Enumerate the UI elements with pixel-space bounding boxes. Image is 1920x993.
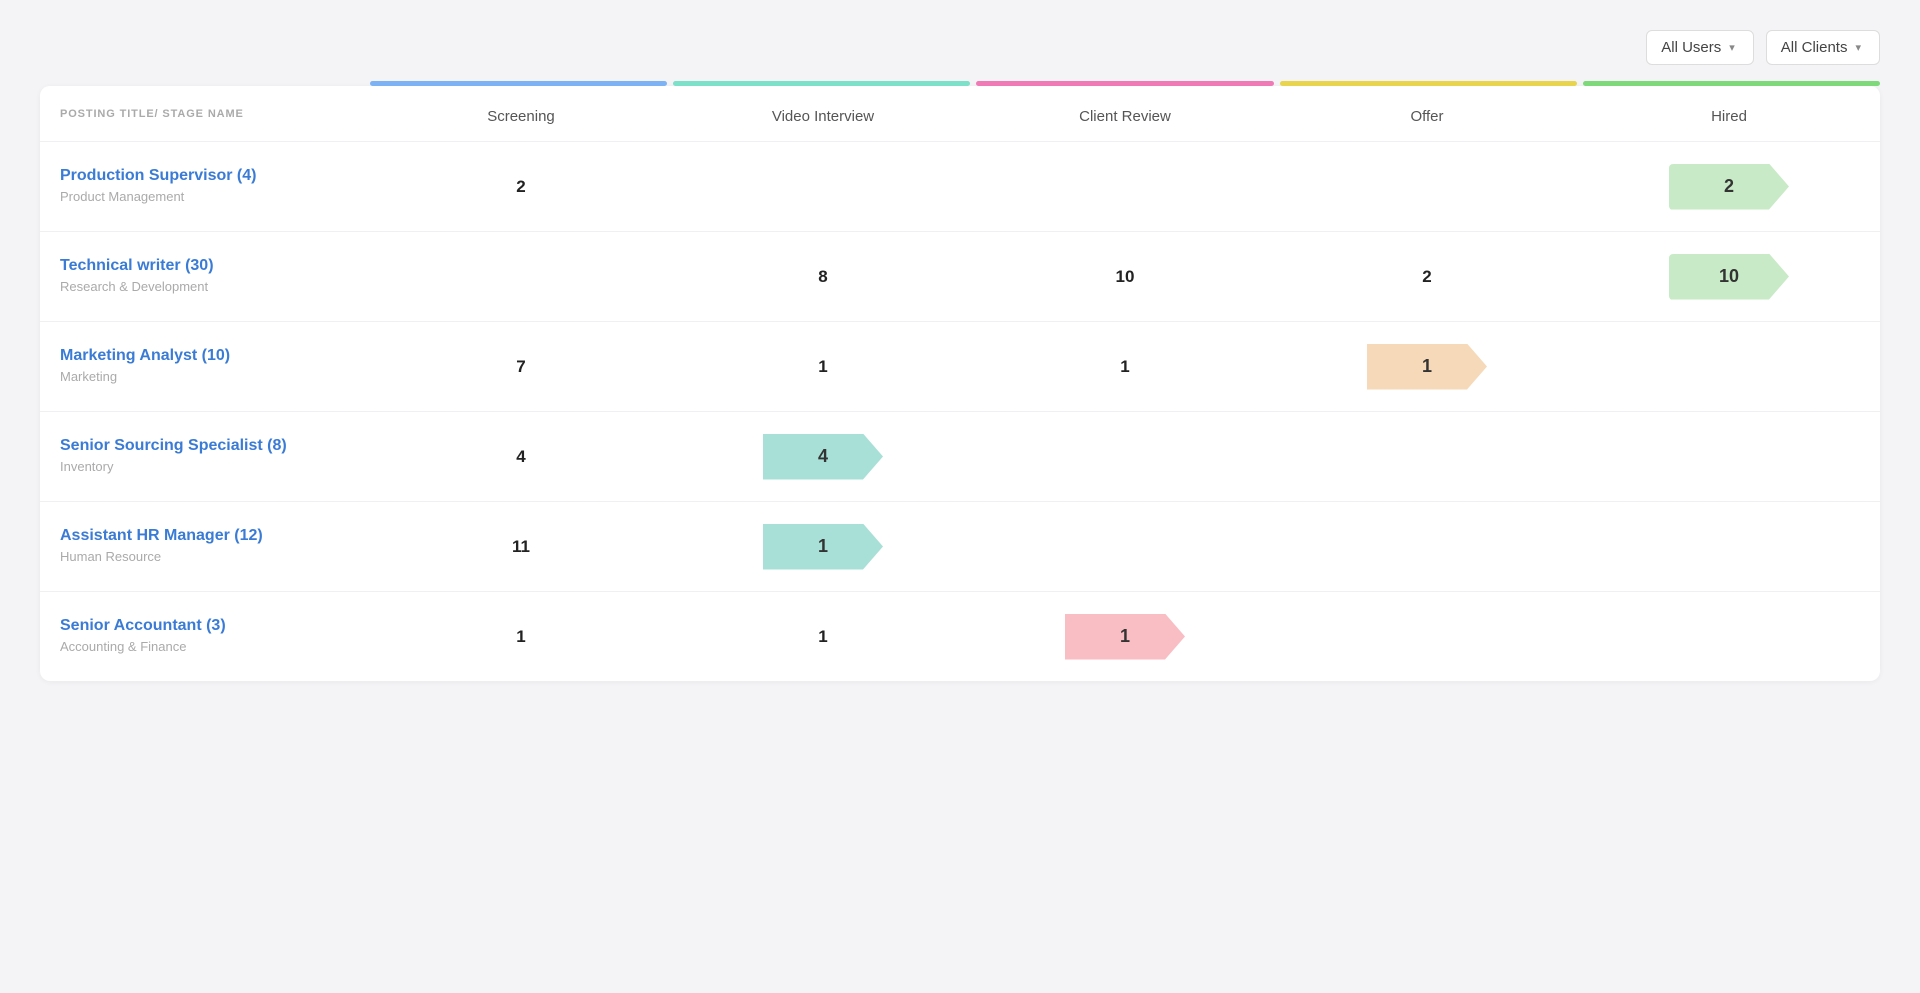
job-title-link[interactable]: Senior Accountant (3) [60, 617, 360, 635]
screening-cell: 7 [370, 357, 672, 377]
video-badge: 1 [763, 524, 883, 570]
client-cell: 1 [974, 357, 1276, 377]
col-header-posting: POSTING TITLE/ STAGE NAME [40, 86, 370, 141]
screening-cell: 1 [370, 627, 672, 647]
client-cell: 1 [974, 614, 1276, 660]
video-cell: 4 [672, 434, 974, 480]
col-header-screening: Screening [370, 86, 672, 141]
row-title-cell: Assistant HR Manager (12) Human Resource [40, 505, 370, 588]
row-title-cell: Production Supervisor (4) Product Manage… [40, 145, 370, 228]
job-title-link[interactable]: Marketing Analyst (10) [60, 347, 360, 365]
table-row: Senior Accountant (3) Accounting & Finan… [40, 591, 1880, 681]
col-header-hired: Hired [1578, 86, 1880, 141]
screening-cell: 4 [370, 447, 672, 467]
job-dept: Inventory [60, 459, 113, 474]
col-header-offer: Offer [1276, 86, 1578, 141]
hired-badge: 10 [1669, 254, 1789, 300]
col-header-client: Client Review [974, 86, 1276, 141]
job-dept: Accounting & Finance [60, 639, 186, 654]
row-title-cell: Senior Accountant (3) Accounting & Finan… [40, 595, 370, 678]
job-dept: Product Management [60, 189, 184, 204]
table-row: Senior Sourcing Specialist (8) Inventory… [40, 411, 1880, 501]
chevron-down-icon: ▾ [1729, 41, 1735, 54]
table-header: POSTING TITLE/ STAGE NAME Screening Vide… [40, 86, 1880, 141]
offer-cell: 1 [1276, 344, 1578, 390]
row-title-cell: Technical writer (30) Research & Develop… [40, 235, 370, 318]
pipeline-table: POSTING TITLE/ STAGE NAME Screening Vide… [40, 86, 1880, 681]
client-cell: 10 [974, 267, 1276, 287]
chevron-down-icon: ▾ [1855, 41, 1861, 54]
all-users-label: All Users [1661, 39, 1721, 56]
job-dept: Research & Development [60, 279, 208, 294]
screening-cell: 11 [370, 537, 672, 557]
job-title-link[interactable]: Senior Sourcing Specialist (8) [60, 437, 360, 455]
top-bar: All Users ▾ All Clients ▾ [40, 30, 1880, 65]
all-clients-dropdown[interactable]: All Clients ▾ [1766, 30, 1880, 65]
video-cell: 1 [672, 627, 974, 647]
hired-cell: 10 [1578, 254, 1880, 300]
job-title-link[interactable]: Technical writer (30) [60, 257, 360, 275]
video-cell: 8 [672, 267, 974, 287]
job-title-link[interactable]: Production Supervisor (4) [60, 167, 360, 185]
table-row: Assistant HR Manager (12) Human Resource… [40, 501, 1880, 591]
offer-badge: 1 [1367, 344, 1487, 390]
hired-cell: 2 [1578, 164, 1880, 210]
table-row: Marketing Analyst (10) Marketing 7 1 1 1 [40, 321, 1880, 411]
table-row: Technical writer (30) Research & Develop… [40, 231, 1880, 321]
row-title-cell: Marketing Analyst (10) Marketing [40, 325, 370, 408]
hired-badge: 2 [1669, 164, 1789, 210]
col-header-video: Video Interview [672, 86, 974, 141]
video-badge: 4 [763, 434, 883, 480]
video-cell: 1 [672, 524, 974, 570]
job-title-link[interactable]: Assistant HR Manager (12) [60, 527, 360, 545]
video-cell: 1 [672, 357, 974, 377]
all-clients-label: All Clients [1781, 39, 1848, 56]
offer-cell: 2 [1276, 267, 1578, 287]
all-users-dropdown[interactable]: All Users ▾ [1646, 30, 1754, 65]
table-row: Production Supervisor (4) Product Manage… [40, 141, 1880, 231]
screening-cell: 2 [370, 177, 672, 197]
row-title-cell: Senior Sourcing Specialist (8) Inventory [40, 415, 370, 498]
job-dept: Human Resource [60, 549, 161, 564]
client-badge: 1 [1065, 614, 1185, 660]
job-dept: Marketing [60, 369, 117, 384]
